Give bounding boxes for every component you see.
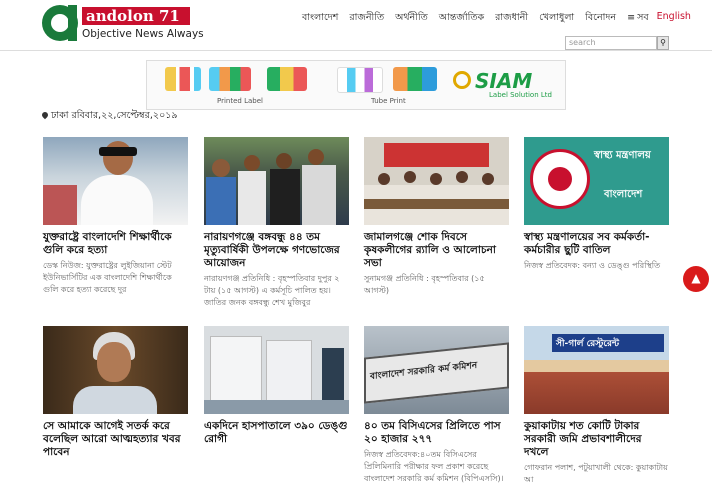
article-title[interactable]: একদিনে হাসপাতালে ৩৯০ ডেঙ্গু রোগী	[204, 420, 349, 446]
ad-brand-sub: Label Solution Ltd	[489, 91, 552, 99]
product-jars-image	[267, 67, 307, 91]
article-title[interactable]: স্বাস্থ্য মন্ত্রণালয়ের সব কর্মকর্তা-কর্…	[524, 231, 669, 257]
article-thumbnail[interactable]: বাংলাদেশ সরকারি কর্ম কমিশন	[364, 326, 509, 414]
article-card[interactable]: একদিনে হাসপাতালে ৩৯০ ডেঙ্গু রোগী	[204, 326, 349, 449]
article-title[interactable]: যুক্তরাষ্ট্রে বাংলাদেশি শিক্ষার্থীকে গুল…	[43, 231, 188, 257]
article-thumbnail[interactable]: স্বাস্থ্য মন্ত্রণালয় বাংলাদেশ	[524, 137, 669, 225]
logo-name: andolon 71	[82, 7, 190, 25]
ad-banner[interactable]: Printed Label Tube Print SIAM Label Solu…	[146, 60, 566, 110]
thumb-label-health-ministry: স্বাস্থ্য মন্ত্রণালয়	[594, 150, 651, 161]
ad-caption-tube: Tube Print	[371, 97, 406, 105]
product-tubes-image	[337, 67, 383, 93]
article-thumbnail[interactable]	[43, 326, 188, 414]
article-title[interactable]: কুয়াকাটায় শত কোটি টাকার সরকারী জমি প্র…	[524, 420, 669, 459]
nav-item-entertainment[interactable]: বিনোদন	[585, 11, 616, 26]
article-card[interactable]: যুক্তরাষ্ট্রে বাংলাদেশি শিক্ষার্থীকে গুল…	[43, 137, 188, 296]
logo-tagline: Objective News Always	[82, 28, 204, 40]
product-bottles-image	[165, 67, 201, 91]
siam-logo-icon	[453, 71, 471, 89]
article-card[interactable]: সী-গার্ল রেস্টুরেন্ট কুয়াকাটায় শত কোটি…	[524, 326, 669, 486]
search-input[interactable]: search	[565, 36, 657, 50]
nav-item-sports[interactable]: খেলাধুলা	[539, 11, 574, 26]
article-card[interactable]: সে আমাকে আগেই সতর্ক করে বলেছিল আরো আত্মহ…	[43, 326, 188, 462]
article-thumbnail[interactable]: সী-গার্ল রেস্টুরেন্ট	[524, 326, 669, 414]
article-title[interactable]: জামালগঞ্জে শোক দিবসে কৃষকলীগের র‍্যালি ও…	[364, 231, 509, 270]
article-excerpt: ডেস্ক নিউজ: যুক্তরাষ্ট্রের লুইজিয়ানা স্…	[43, 261, 172, 294]
article-card[interactable]: স্বাস্থ্য মন্ত্রণালয় বাংলাদেশ স্বাস্থ্য…	[524, 137, 669, 272]
article-card[interactable]: বাংলাদেশ সরকারি কর্ম কমিশন ৪০ তম বিসিএসে…	[364, 326, 509, 485]
nav-item-international[interactable]: আন্তর্জাতিক	[439, 11, 484, 26]
product-cups-image	[209, 67, 251, 91]
article-thumbnail[interactable]	[43, 137, 188, 225]
article-thumbnail[interactable]	[364, 137, 509, 225]
article-excerpt: নিজস্ব প্রতিবেদক: বন্যা ও ডেঙ্গু পরিস্থি…	[524, 261, 661, 270]
search-icon[interactable]: ⚲	[657, 36, 669, 50]
article-card[interactable]: জামালগঞ্জে শোক দিবসে কৃষকলীগের র‍্যালি ও…	[364, 137, 509, 297]
location-pin-icon	[40, 110, 50, 120]
menu-icon: ≡	[627, 12, 636, 23]
nav-item-politics[interactable]: রাজনীতি	[349, 11, 384, 26]
thumb-label-restaurant: সী-গার্ল রেস্টুরেন্ট	[556, 339, 620, 349]
dateline: ঢাকা রবিবার,২২,সেপ্টেম্বর,২০১৯	[40, 109, 178, 124]
scroll-top-button[interactable]: ▲	[683, 266, 709, 292]
nav-item-english[interactable]: English	[657, 11, 691, 26]
article-excerpt: সুনামগঞ্জ প্রতিনিধি : বৃহস্পতিবার (১৫ আগ…	[364, 274, 485, 295]
ad-brand: SIAM	[475, 69, 533, 93]
site-logo[interactable]: andolon 71 Objective News Always	[42, 5, 204, 43]
article-excerpt: গোফরান পলাশ, পটুয়াখালী থেকে: কুয়াকাটায…	[524, 463, 668, 484]
article-excerpt: নিজস্ব প্রতিবেদক:৪০তম বিসিএসের প্রিলিমিন…	[364, 450, 504, 483]
nav-item-bangladesh[interactable]: বাংলাদেশ	[302, 11, 338, 26]
article-thumbnail[interactable]	[204, 137, 349, 225]
nav-item-more[interactable]: ≡ সব	[627, 11, 649, 26]
nav-item-economy[interactable]: অর্থনীতি	[395, 11, 428, 26]
article-title[interactable]: ৪০ তম বিসিএসের প্রিলিতে পাস ২০ হাজার ২৭৭	[364, 420, 509, 446]
article-title[interactable]: সে আমাকে আগেই সতর্ক করে বলেছিল আরো আত্মহ…	[43, 420, 188, 459]
main-nav: বাংলাদেশ রাজনীতি অর্থনীতি আন্তর্জাতিক রা…	[302, 11, 691, 26]
nav-item-capital[interactable]: রাজধানী	[495, 11, 528, 26]
article-card[interactable]: নারায়ণগঞ্জে বঙ্গবন্ধু ৪৪ তম মৃত্যুবার্ষ…	[204, 137, 349, 309]
product-tins-image	[393, 67, 437, 91]
site-header: andolon 71 Objective News Always বাংলাদে…	[0, 0, 712, 51]
chevron-up-icon: ▲	[691, 271, 701, 285]
article-title[interactable]: নারায়ণগঞ্জে বঙ্গবন্ধু ৪৪ তম মৃত্যুবার্ষ…	[204, 231, 349, 270]
article-thumbnail[interactable]	[204, 326, 349, 414]
article-excerpt: নারায়ণগঞ্জ প্রতিনিধি : বৃহস্পতিবার দুপু…	[204, 274, 340, 307]
thumb-label-bangladesh: বাংলাদেশ	[604, 189, 643, 200]
ad-caption-printed: Printed Label	[217, 97, 263, 105]
